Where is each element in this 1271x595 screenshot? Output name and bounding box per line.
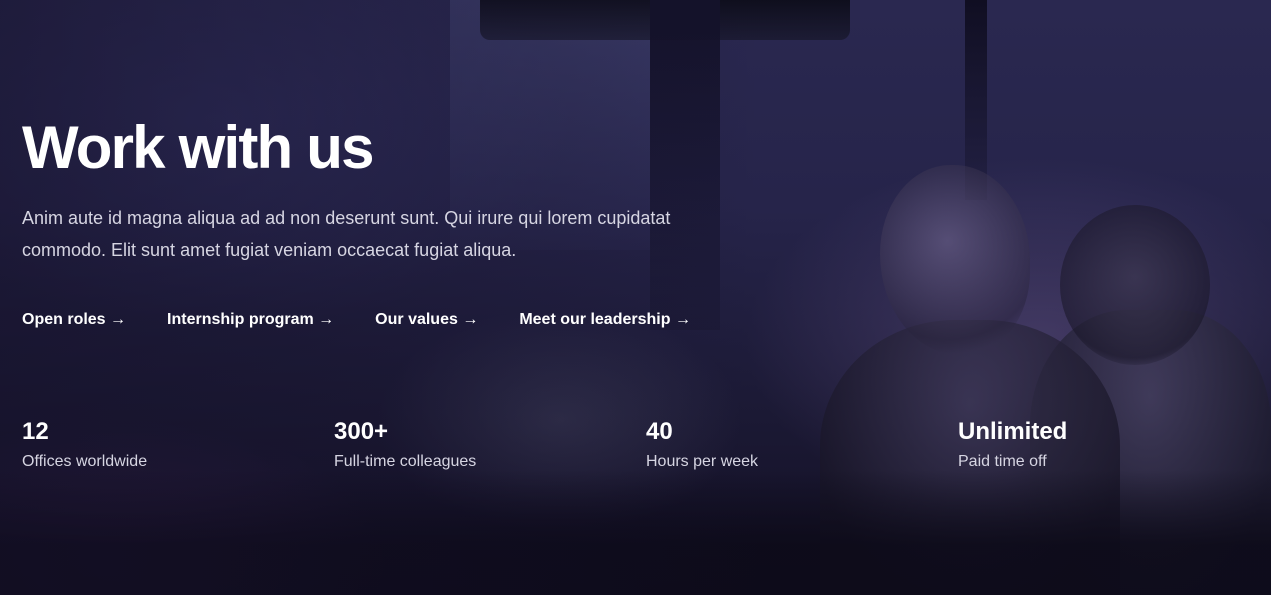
stat-label: Full-time colleagues — [334, 453, 477, 470]
meet-our-leadership-link[interactable]: Meet our leadership → — [519, 308, 691, 332]
stat-label: Paid time off — [958, 453, 1047, 470]
page-title: Work with us — [22, 114, 374, 181]
arrow-right-icon: → — [674, 311, 691, 328]
stats-list: 12 Offices worldwide 300+ Full-time coll… — [22, 416, 1271, 486]
background-person-head — [1060, 205, 1210, 365]
stat-value: 300+ — [334, 418, 389, 445]
stat-value: 40 — [646, 418, 673, 445]
stat-colleagues: 300+ Full-time colleagues — [334, 416, 476, 474]
hero-links: Open roles → Internship program → Our va… — [22, 308, 691, 332]
stat-hours: 40 Hours per week — [646, 416, 758, 474]
link-label: Open roles — [22, 311, 106, 328]
stat-time-off: Unlimited Paid time off — [958, 416, 1067, 474]
stat-offices: 12 Offices worldwide — [22, 416, 147, 474]
arrow-right-icon: → — [110, 311, 127, 328]
stat-value: 12 — [22, 418, 49, 445]
stat-label: Offices worldwide — [22, 453, 148, 470]
our-values-link[interactable]: Our values → — [375, 308, 478, 332]
link-label: Our values — [375, 311, 458, 328]
internship-program-link[interactable]: Internship program → — [167, 308, 334, 332]
open-roles-link[interactable]: Open roles → — [22, 308, 126, 332]
arrow-right-icon: → — [462, 311, 479, 328]
stat-value: Unlimited — [958, 418, 1068, 445]
link-label: Internship program — [167, 311, 314, 328]
hero-description: Anim aute id magna aliqua ad ad non dese… — [22, 208, 671, 260]
stat-label: Hours per week — [646, 453, 759, 470]
hero-section: Work with us Anim aute id magna aliqua a… — [0, 0, 1271, 595]
link-label: Meet our leadership — [519, 311, 671, 328]
arrow-right-icon: → — [318, 311, 335, 328]
background-overlay — [0, 0, 760, 595]
